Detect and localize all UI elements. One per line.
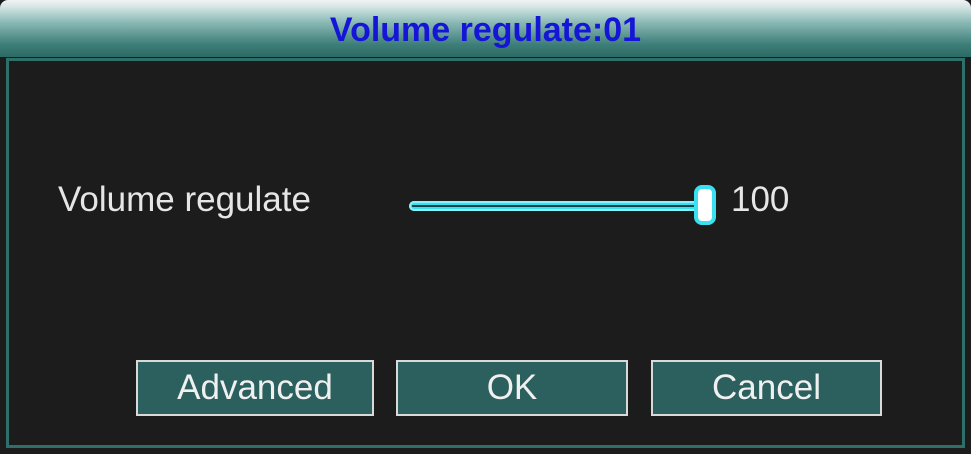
volume-label: Volume regulate xyxy=(58,180,311,219)
volume-slider-track[interactable] xyxy=(409,201,705,211)
title-bar: Volume regulate:01 xyxy=(0,0,971,57)
dialog-title: Volume regulate:01 xyxy=(329,11,642,49)
volume-slider-thumb[interactable] xyxy=(694,185,716,225)
volume-slider[interactable] xyxy=(409,185,721,225)
advanced-button[interactable]: Advanced xyxy=(136,360,374,416)
ok-button[interactable]: OK xyxy=(396,360,628,416)
cancel-button[interactable]: Cancel xyxy=(651,360,882,416)
volume-dialog: Volume regulate:01 Volume regulate 100 A… xyxy=(0,0,971,454)
volume-value: 100 xyxy=(731,180,790,219)
